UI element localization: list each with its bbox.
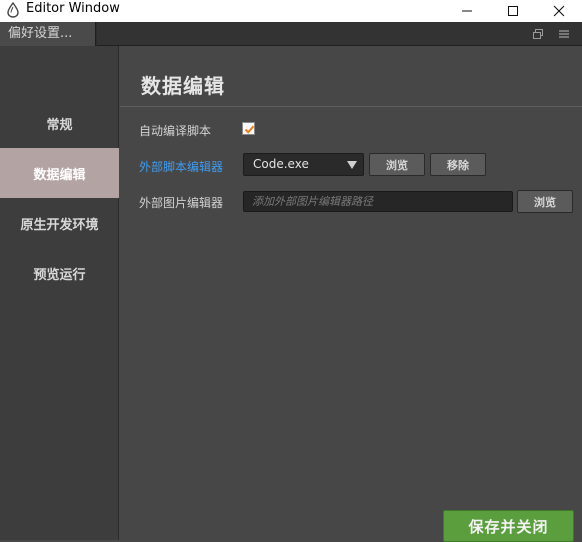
minimize-icon [462,10,472,12]
script-editor-select[interactable]: Code.exe [243,153,364,176]
sidebar-item-label: 原生开发环境 [20,217,99,233]
main-panel: 数据编辑 自动编译脚本 外部脚本编辑器 Code.exe 浏览 移除 外部图片编… [120,46,582,542]
image-editor-path-input[interactable]: 添加外部图片编辑器路径 [243,191,513,212]
save-and-close-button[interactable]: 保存并关闭 [443,510,574,542]
maximize-button[interactable] [490,0,536,22]
sidebar-item-general[interactable]: 常规 [0,98,119,148]
sidebar-item-native-env[interactable]: 原生开发环境 [0,198,119,248]
divider [120,106,582,107]
sidebar-item-label: 数据编辑 [33,167,86,183]
image-editor-placeholder: 添加外部图片编辑器路径 [252,195,373,208]
sidebar-item-label: 常规 [46,117,73,133]
tab-strip: 偏好设置... [0,22,582,46]
menu-icon[interactable] [558,28,570,40]
sidebar: 常规 数据编辑 原生开发环境 预览运行 [0,46,119,540]
tab-label: 偏好设置... [8,26,73,41]
tab-preferences[interactable]: 偏好设置... [0,22,96,46]
page-title: 数据编辑 [141,74,225,98]
title-bar: Editor Window [0,0,582,22]
sidebar-item-data-editing[interactable]: 数据编辑 [0,148,119,198]
checkmark-icon [244,125,255,134]
close-icon [553,5,565,17]
app-icon [7,2,19,18]
script-editor-value: Code.exe [253,157,309,171]
script-editor-remove-button[interactable]: 移除 [430,153,486,176]
chevron-down-icon [347,161,357,169]
window-title: Editor Window [26,1,120,16]
image-editor-browse-button[interactable]: 浏览 [517,190,573,213]
sidebar-item-label: 预览运行 [33,267,86,283]
script-editor-label[interactable]: 外部脚本编辑器 [139,158,223,175]
close-button[interactable] [536,0,582,22]
popout-icon[interactable] [532,28,544,40]
auto-compile-checkbox[interactable] [242,122,255,135]
auto-compile-label: 自动编译脚本 [139,124,212,138]
tab-strip-empty [97,22,582,46]
image-editor-label: 外部图片编辑器 [139,196,224,210]
sidebar-item-preview-run[interactable]: 预览运行 [0,248,119,298]
script-editor-browse-button[interactable]: 浏览 [369,153,425,176]
maximize-icon [508,6,518,16]
minimize-button[interactable] [444,0,490,22]
